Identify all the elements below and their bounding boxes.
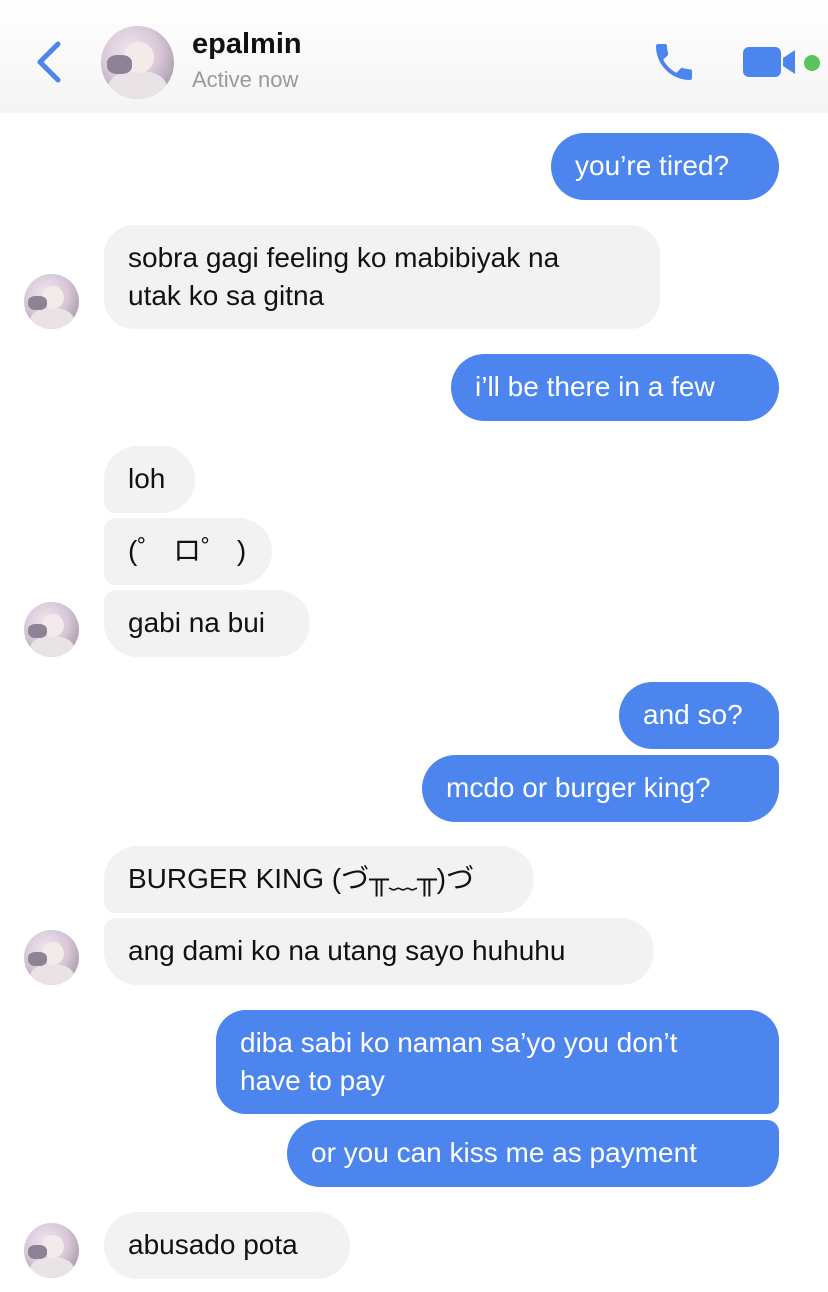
- message-bubble-received[interactable]: BURGER KING (づ╥﹏╥)づ: [104, 846, 534, 913]
- video-camera-icon[interactable]: [742, 44, 798, 80]
- message-bubble-received[interactable]: gabi na bui: [104, 590, 310, 657]
- message-bubble-received[interactable]: sobra gagi feeling ko mabibiyak na utak …: [104, 225, 660, 329]
- message-bubble-received[interactable]: loh: [104, 446, 195, 513]
- phone-icon[interactable]: [650, 38, 698, 86]
- message-bubble-sent[interactable]: or you can kiss me as payment: [287, 1120, 779, 1187]
- active-status: Active now: [192, 67, 299, 92]
- contact-avatar[interactable]: [101, 26, 174, 99]
- message-bubble-sent[interactable]: and so?: [619, 682, 779, 749]
- message-bubble-received[interactable]: ang dami ko na utang sayo huhuhu: [104, 918, 654, 985]
- back-chevron-icon[interactable]: [30, 38, 70, 86]
- message-bubble-received[interactable]: abusado pota: [104, 1212, 350, 1279]
- contact-avatar[interactable]: [24, 930, 79, 985]
- chat-header: epalmin Active now: [0, 0, 828, 113]
- message-bubble-sent[interactable]: diba sabi ko naman sa’yo you don’t have …: [216, 1010, 779, 1114]
- contact-avatar[interactable]: [24, 602, 79, 657]
- contact-name[interactable]: epalmin: [192, 28, 302, 61]
- contact-avatar[interactable]: [24, 1223, 79, 1278]
- message-bubble-received[interactable]: (゜ ロ゜ ): [104, 518, 272, 585]
- message-bubble-sent[interactable]: i’ll be there in a few: [451, 354, 779, 421]
- online-indicator: [804, 55, 820, 71]
- contact-avatar[interactable]: [24, 274, 79, 329]
- message-bubble-sent[interactable]: mcdo or burger king?: [422, 755, 779, 822]
- message-bubble-sent[interactable]: you’re tired?: [551, 133, 779, 200]
